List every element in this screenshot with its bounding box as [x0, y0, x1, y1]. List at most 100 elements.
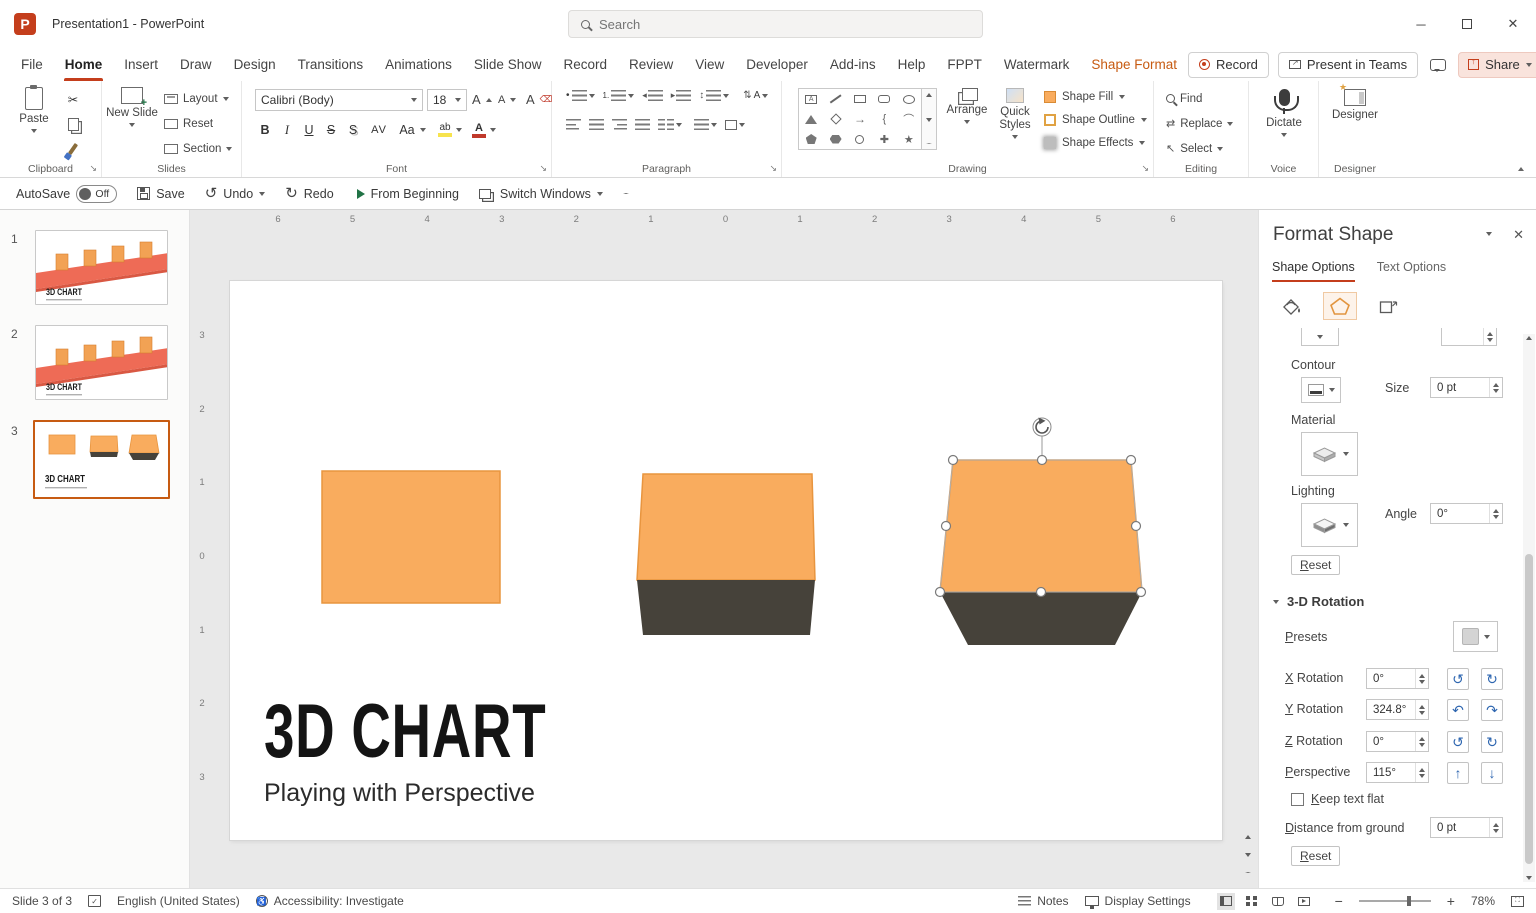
fit-to-window-button[interactable]: ⛶: [1511, 896, 1524, 907]
drawing-dialog-launcher-icon[interactable]: ↘: [1141, 164, 1149, 173]
autosave-toggle-switch[interactable]: Off: [76, 185, 117, 203]
slide-title[interactable]: 3D CHART: [264, 694, 546, 770]
curve-shape-icon[interactable]: ⌒: [897, 109, 921, 129]
tab-transitions[interactable]: Transitions: [287, 48, 375, 81]
handle-middle-right[interactable]: [1132, 522, 1141, 531]
slide-indicator[interactable]: Slide 3 of 3: [12, 894, 72, 908]
switch-windows-button[interactable]: Switch Windows: [479, 187, 603, 201]
z-rotate-ccw-button[interactable]: ↺: [1447, 731, 1469, 753]
tab-design[interactable]: Design: [223, 48, 287, 81]
tab-insert[interactable]: Insert: [113, 48, 169, 81]
italic-button[interactable]: I: [276, 119, 298, 141]
strikethrough-button[interactable]: S: [320, 119, 342, 141]
split-view-button[interactable]: [1241, 866, 1255, 880]
increase-indent-button[interactable]: ▸: [671, 90, 692, 101]
copy-button[interactable]: [62, 113, 84, 135]
triangle-shape-icon[interactable]: [805, 115, 817, 124]
tab-draw[interactable]: Draw: [169, 48, 223, 81]
handle-bottom-left[interactable]: [936, 588, 945, 597]
reset-3d-format-button[interactable]: Reset: [1291, 555, 1340, 575]
tab-record[interactable]: Record: [552, 48, 618, 81]
tab-shape-options[interactable]: Shape Options: [1272, 260, 1355, 282]
present-in-teams-button[interactable]: Present in Teams: [1278, 52, 1418, 78]
align-right-button[interactable]: [612, 119, 627, 130]
gallery-scroll-down-icon[interactable]: [926, 118, 932, 122]
tab-help[interactable]: Help: [887, 48, 937, 81]
select-button[interactable]: ↖Select: [1166, 138, 1223, 159]
star-shape-icon[interactable]: ★: [897, 129, 921, 149]
pane-scrollbar[interactable]: [1523, 334, 1535, 882]
spin-down-icon[interactable]: [1419, 680, 1425, 684]
handle-top-middle[interactable]: [1038, 456, 1047, 465]
horizontal-ruler[interactable]: 6543210123456: [273, 214, 1178, 225]
cut-button[interactable]: ✂: [62, 88, 84, 110]
size-properties-options-icon[interactable]: [1371, 292, 1405, 320]
rectangle-shape-icon[interactable]: [854, 95, 866, 103]
spin-down-icon[interactable]: [1419, 711, 1425, 715]
font-dialog-launcher-icon[interactable]: ↘: [539, 164, 547, 173]
handle-bottom-middle[interactable]: [1037, 588, 1046, 597]
handle-top-left[interactable]: [949, 456, 958, 465]
tab-fppt[interactable]: FPPT: [936, 48, 993, 81]
slide-subtitle[interactable]: Playing with Perspective: [264, 779, 535, 808]
tab-view[interactable]: View: [684, 48, 735, 81]
search-input[interactable]: [599, 17, 970, 32]
quick-styles-button[interactable]: Quick Styles: [992, 88, 1038, 139]
zoom-slider-thumb[interactable]: [1407, 896, 1411, 906]
x-rotate-left-button[interactable]: ↺: [1447, 668, 1469, 690]
line-shape-icon[interactable]: [830, 95, 842, 104]
collapse-pane-icon[interactable]: [1486, 232, 1492, 236]
keep-text-flat-checkbox[interactable]: [1291, 793, 1304, 806]
oval-shape-icon[interactable]: [903, 95, 915, 104]
z-rotate-cw-button[interactable]: ↻: [1481, 731, 1503, 753]
diamond-shape-icon[interactable]: [830, 113, 841, 124]
shape-gallery-scroll[interactable]: [922, 88, 937, 150]
tab-review[interactable]: Review: [618, 48, 684, 81]
clear-formatting-button[interactable]: A⌫: [526, 89, 552, 110]
cross-shape-icon[interactable]: ✚: [872, 129, 896, 149]
shape-trapezoid-middle[interactable]: [637, 474, 815, 635]
fill-line-options-icon[interactable]: [1275, 292, 1309, 320]
section-button[interactable]: Section: [164, 138, 232, 159]
undo-button[interactable]: ↺Undo: [205, 186, 265, 201]
customize-qat-button[interactable]: [623, 193, 629, 195]
minimize-button[interactable]: ─: [1398, 0, 1444, 48]
presets-dropdown[interactable]: [1453, 621, 1498, 652]
text-direction-button[interactable]: ⇅A: [743, 90, 768, 101]
autosave-toggle[interactable]: AutoSave Off: [16, 185, 117, 203]
tab-animations[interactable]: Animations: [374, 48, 463, 81]
shape-outline-button[interactable]: Shape Outline: [1044, 114, 1147, 126]
spin-up-icon[interactable]: [1419, 674, 1425, 678]
from-beginning-button[interactable]: From Beginning: [354, 187, 459, 201]
gallery-more-icon[interactable]: [926, 143, 932, 145]
scroll-up-icon[interactable]: [1526, 336, 1532, 340]
vertical-ruler[interactable]: 3210123: [196, 330, 208, 783]
spin-down-icon[interactable]: [1493, 515, 1499, 519]
change-case-button[interactable]: Aa: [394, 119, 420, 141]
layout-button[interactable]: Layout: [164, 88, 229, 109]
arrow-shape-icon[interactable]: →: [848, 109, 872, 129]
shape-fill-button[interactable]: Shape Fill: [1044, 91, 1125, 103]
y-rotation-spinner[interactable]: 324.8°: [1366, 699, 1429, 720]
font-color-button[interactable]: A: [468, 119, 490, 141]
comments-button[interactable]: [1427, 54, 1449, 76]
new-slide-button[interactable]: New Slide: [106, 87, 158, 127]
handle-bottom-right[interactable]: [1137, 588, 1146, 597]
underline-button[interactable]: U: [298, 119, 320, 141]
accessibility-checker[interactable]: ♿Accessibility: Investigate: [256, 894, 404, 908]
designer-button[interactable]: Designer: [1329, 89, 1381, 122]
shape-rectangle[interactable]: [322, 471, 500, 603]
zoom-out-button[interactable]: −: [1335, 893, 1343, 909]
3d-rotation-section-header[interactable]: 3-D Rotation: [1273, 594, 1364, 609]
bullets-button[interactable]: •: [566, 90, 595, 101]
z-rotation-spinner[interactable]: 0°: [1366, 731, 1429, 752]
tab-developer[interactable]: Developer: [735, 48, 819, 81]
tab-shape-format[interactable]: Shape Format: [1080, 48, 1188, 81]
shape-trapezoid-selected[interactable]: [940, 460, 1142, 645]
dictate-button[interactable]: Dictate: [1258, 86, 1310, 137]
text-box-shape-icon[interactable]: A: [805, 95, 817, 104]
save-button[interactable]: Save: [137, 187, 185, 201]
reading-view-button[interactable]: [1269, 893, 1287, 910]
scroll-down-icon[interactable]: [1526, 876, 1532, 880]
convert-to-smartart-button[interactable]: [725, 120, 745, 130]
